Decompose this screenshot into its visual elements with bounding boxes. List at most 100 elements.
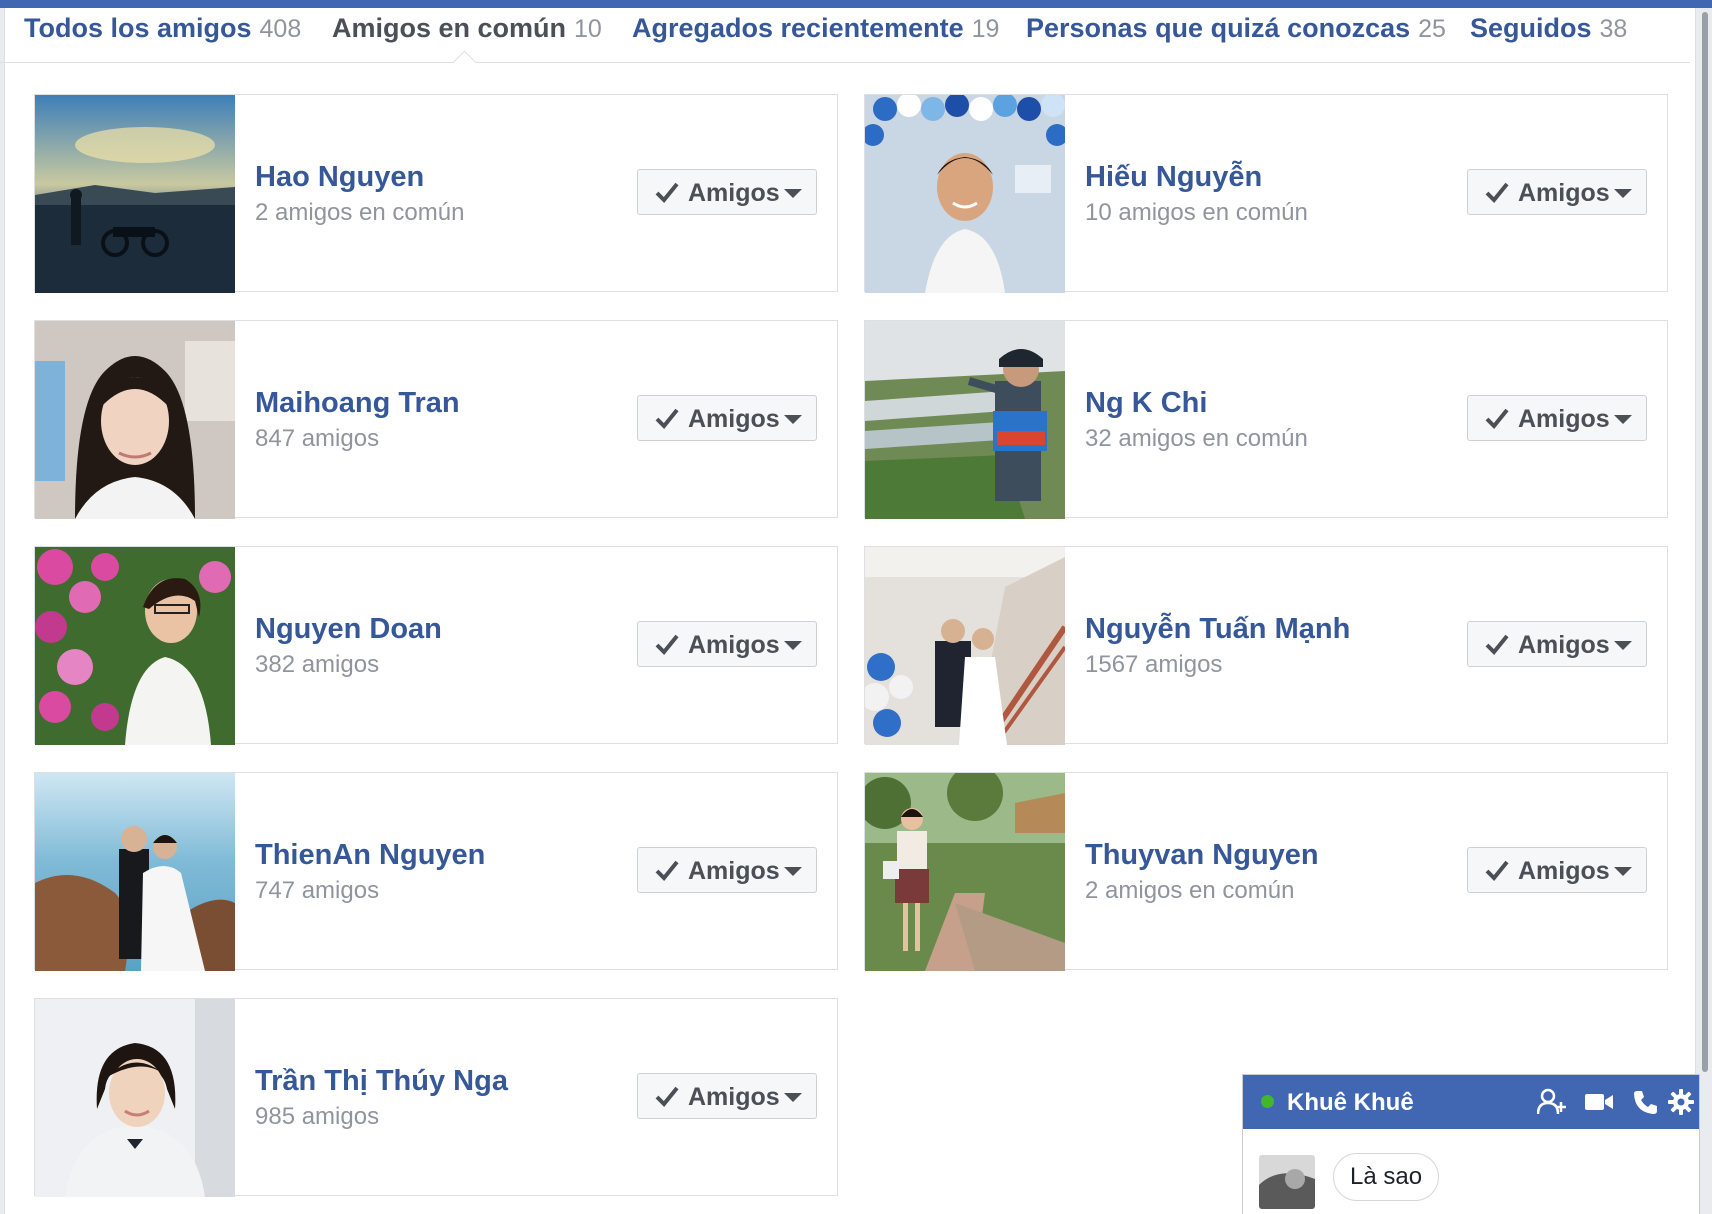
friend-card: Nguyen Doan 382 amigos Amigos [34,546,838,745]
friends-tabs: Todos los amigos 408 Amigos en común 10 Ag… [0,8,1690,75]
friend-name-link[interactable]: Nguyễn Tuấn Mạnh [1085,613,1350,646]
online-status-icon [1261,1095,1274,1108]
checkmark-icon [655,182,679,203]
tab-recently-added[interactable]: Agregados recientemente 19 [632,8,999,48]
friend-name-link[interactable]: Trần Thị Thúy Nga [255,1065,508,1098]
chat-message-bubble: Là sao [1333,1153,1440,1201]
friend-card: Ng K Chi 32 amigos en común Amigos [864,320,1668,519]
checkmark-icon [655,634,679,655]
settings-gear-icon[interactable] [1667,1088,1695,1116]
friends-status-button[interactable]: Amigos [1467,621,1647,667]
dropdown-caret-icon [784,867,802,876]
dropdown-caret-icon [784,641,802,650]
tab-label: Amigos en común [332,13,567,43]
friend-photo[interactable] [35,321,235,519]
checkmark-icon [655,1086,679,1107]
friend-subtitle: 32 amigos en común [1085,425,1308,452]
scrollbar-thumb[interactable] [1702,12,1708,1072]
dropdown-caret-icon [784,415,802,424]
friends-status-button[interactable]: Amigos [637,621,817,667]
phone-icon[interactable] [1631,1088,1659,1116]
friend-card: Hao Nguyen 2 amigos en común Amigos [34,94,838,293]
tab-following[interactable]: Seguidos 38 [1470,8,1627,48]
tab-count: 19 [971,15,1000,43]
button-label: Amigos [1518,857,1610,885]
friend-card: Maihoang Tran 847 amigos Amigos [34,320,838,519]
friends-status-button[interactable]: Amigos [637,169,817,215]
friend-subtitle: 2 amigos en común [1085,877,1295,904]
checkmark-icon [1485,860,1509,881]
checkmark-icon [1485,182,1509,203]
dropdown-caret-icon [1614,415,1632,424]
dropdown-caret-icon [1614,867,1632,876]
friends-status-button[interactable]: Amigos [1467,169,1647,215]
checkmark-icon [655,408,679,429]
friend-photo[interactable] [35,773,235,971]
tab-people-you-may-know[interactable]: Personas que quizá conozcas 25 [1026,8,1446,48]
button-label: Amigos [1518,405,1610,433]
button-label: Amigos [688,857,780,885]
tab-count: 408 [259,15,302,43]
tab-count: 10 [574,15,602,43]
friends-status-button[interactable]: Amigos [637,847,817,893]
checkmark-icon [1485,634,1509,655]
friend-subtitle: 985 amigos [255,1103,380,1130]
friend-name-link[interactable]: Hiếu Nguyễn [1085,161,1262,194]
tab-label: Todos los amigos [24,13,252,43]
tab-mutual-friends[interactable]: Amigos en común 10 [332,8,602,48]
button-label: Amigos [688,631,780,659]
tab-label: Seguidos [1470,13,1592,43]
video-call-icon[interactable] [1583,1088,1615,1116]
checkmark-icon [1485,408,1509,429]
button-label: Amigos [688,179,780,207]
friend-subtitle: 2 amigos en común [255,199,465,226]
friend-name-link[interactable]: ThienAn Nguyen [255,839,485,872]
chat-contact-name[interactable]: Khuê Khuê [1287,1089,1414,1117]
friends-status-button[interactable]: Amigos [637,1073,817,1119]
friend-subtitle: 747 amigos [255,877,380,904]
tab-count: 25 [1418,15,1446,43]
friend-card: Hiếu Nguyễn 10 amigos en común Amigos [864,94,1668,293]
friends-status-button[interactable]: Amigos [1467,395,1647,441]
friend-name-link[interactable]: Maihoang Tran [255,387,460,420]
chat-window: Khuê Khuê Là sao [1242,1074,1700,1214]
friend-photo[interactable] [865,321,1065,519]
friend-photo[interactable] [865,547,1065,745]
friends-status-button[interactable]: Amigos [637,395,817,441]
friend-card: Nguyễn Tuấn Mạnh 1567 amigos Amigos [864,546,1668,745]
button-label: Amigos [688,405,780,433]
friend-card: Trần Thị Thúy Nga 985 amigos Amigos [34,998,838,1197]
friend-photo[interactable] [35,547,235,745]
tab-label: Agregados recientemente [632,13,964,43]
friend-card: Thuyvan Nguyen 2 amigos en común Amigos [864,772,1668,971]
button-label: Amigos [688,1083,780,1111]
friend-subtitle: 1567 amigos [1085,651,1223,678]
dropdown-caret-icon [1614,189,1632,198]
tab-all-friends[interactable]: Todos los amigos 408 [24,8,301,48]
dropdown-caret-icon [1614,641,1632,650]
friend-photo[interactable] [865,773,1065,971]
friend-subtitle: 847 amigos [255,425,380,452]
friend-name-link[interactable]: Ng K Chi [1085,387,1207,420]
friend-name-link[interactable]: Hao Nguyen [255,161,424,194]
friend-card: ThienAn Nguyen 747 amigos Amigos [34,772,838,971]
friend-photo[interactable] [35,999,235,1197]
tab-count: 38 [1599,15,1628,43]
friend-name-link[interactable]: Thuyvan Nguyen [1085,839,1319,872]
tab-label: Personas que quizá conozcas [1026,13,1411,43]
friend-subtitle: 10 amigos en común [1085,199,1308,226]
friend-name-link[interactable]: Nguyen Doan [255,613,442,646]
chat-contact-avatar [1259,1155,1315,1209]
friend-photo[interactable] [865,95,1065,293]
friend-subtitle: 382 amigos [255,651,380,678]
button-label: Amigos [1518,179,1610,207]
friend-photo[interactable] [35,95,235,293]
friends-status-button[interactable]: Amigos [1467,847,1647,893]
chat-header[interactable]: Khuê Khuê [1243,1075,1699,1129]
button-label: Amigos [1518,631,1610,659]
add-friend-icon[interactable] [1537,1088,1567,1116]
dropdown-caret-icon [784,189,802,198]
top-blue-bar [0,0,1712,8]
dropdown-caret-icon [784,1093,802,1102]
checkmark-icon [655,860,679,881]
